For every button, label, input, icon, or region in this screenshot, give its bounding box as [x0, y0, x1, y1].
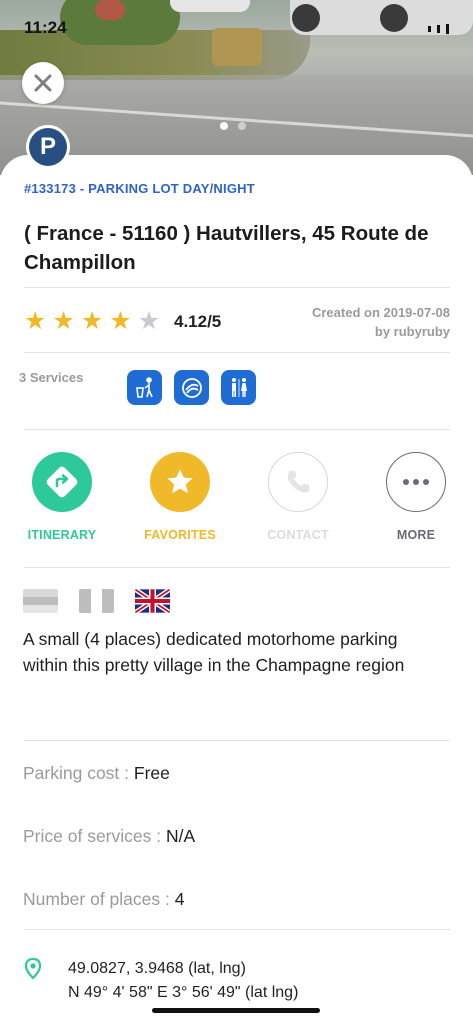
- place-title: ( France - 51160 ) Hautvillers, 45 Route…: [24, 222, 429, 274]
- home-indicator[interactable]: [152, 1008, 320, 1013]
- coordinates-decimal: 49.0827, 3.9468 (lat, lng): [68, 960, 246, 977]
- photo-wheel: [292, 4, 320, 32]
- toilets-icon[interactable]: [221, 370, 256, 405]
- star-filled-icon: ★: [24, 307, 47, 335]
- star-filled-icon: ★: [80, 307, 104, 335]
- places-value: 4: [174, 889, 185, 909]
- itinerary-button[interactable]: ITINERARY: [22, 452, 102, 542]
- photo-pager[interactable]: [220, 122, 246, 130]
- favorites-label: FAVORITES: [144, 528, 216, 542]
- coordinates-dms: N 49° 4' 58" E 3° 56' 49" (lat lng): [68, 984, 299, 1001]
- photo-wheel: [380, 4, 408, 32]
- photo-hay-bale: [212, 28, 262, 66]
- created-author[interactable]: by rubyruby: [312, 322, 450, 341]
- rating-stars[interactable]: ★ ★ ★ ★ ★: [24, 309, 160, 334]
- star-filled-icon: ★: [109, 307, 132, 335]
- status-time: 11:24: [24, 18, 67, 37]
- close-icon: [34, 74, 52, 92]
- uk-flag-icon[interactable]: [135, 589, 170, 613]
- status-indicators: [428, 24, 449, 34]
- phone-icon: [268, 452, 328, 512]
- photo-flowers: [95, 0, 125, 20]
- price-services-row: Price of services : N/A: [23, 826, 195, 847]
- contact-label: CONTACT: [267, 528, 329, 542]
- star-filled-icon: ★: [52, 307, 75, 335]
- services-icons: [127, 370, 256, 405]
- rating-value: 4.12/5: [174, 312, 222, 331]
- more-icon: [386, 452, 446, 512]
- water-drain-icon[interactable]: [174, 370, 209, 405]
- parking-cost-value: Free: [133, 763, 170, 783]
- price-services-label: Price of services :: [23, 826, 166, 846]
- created-date: Created on 2019-07-08: [311, 305, 450, 320]
- divider: [24, 929, 450, 930]
- parking-badge: P: [26, 125, 70, 169]
- places-label: Number of places :: [23, 889, 175, 909]
- favorites-button[interactable]: FAVORITES: [140, 452, 220, 542]
- trash-disposal-icon[interactable]: [127, 370, 162, 405]
- place-category: #133173 - PARKING LOT DAY/NIGHT: [24, 181, 255, 196]
- location-pin-icon: [23, 957, 43, 985]
- more-label: MORE: [396, 528, 436, 542]
- divider: [24, 352, 450, 353]
- photo-vehicle: [170, 0, 250, 12]
- parking-cost-row: Parking cost : Free: [23, 763, 170, 784]
- coordinates[interactable]: 49.0827, 3.9468 (lat, lng) N 49° 4' 58" …: [68, 957, 298, 1005]
- pager-dot-active: [220, 122, 228, 130]
- star-icon: [150, 452, 210, 512]
- created-info: Created on 2019-07-08 by rubyruby: [312, 303, 450, 341]
- divider: [24, 287, 450, 288]
- price-services-value: N/A: [165, 826, 196, 846]
- place-photo[interactable]: [0, 0, 473, 175]
- parking-p-icon: P: [29, 128, 67, 166]
- services-label: 3 Services: [19, 370, 84, 385]
- itinerary-label: ITINERARY: [27, 528, 97, 542]
- close-button[interactable]: [22, 62, 64, 104]
- contact-button[interactable]: CONTACT: [258, 452, 338, 542]
- divider: [24, 740, 450, 741]
- place-description: A small (4 places) dedicated motorhome p…: [23, 629, 405, 675]
- german-flag-icon[interactable]: [23, 589, 58, 613]
- language-flags: [23, 589, 170, 613]
- star-empty-icon: ★: [137, 307, 161, 335]
- pager-dot: [238, 122, 246, 130]
- parking-cost-label: Parking cost :: [23, 763, 134, 783]
- french-flag-icon[interactable]: [79, 589, 114, 613]
- directions-icon: [32, 452, 92, 512]
- divider: [24, 567, 450, 568]
- more-button[interactable]: MORE: [376, 452, 456, 542]
- places-row: Number of places : 4: [23, 889, 184, 910]
- divider: [24, 429, 450, 430]
